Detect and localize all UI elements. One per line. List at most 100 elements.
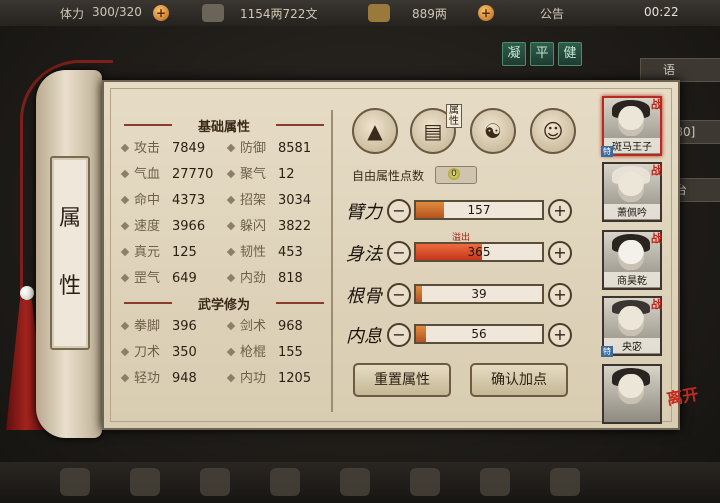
basic-attributes-title: 基础属性 [197,120,250,135]
strength-minus-button[interactable]: − [387,199,411,223]
menu-icon-8[interactable] [550,468,580,496]
menu-icon-2[interactable] [130,468,160,496]
stat-accuracy: 命中 4373 [120,192,205,210]
diamond-icon [226,373,236,382]
stat-qi-gather: 聚气 12 [226,166,295,184]
stat-sword: 剑术 968 [226,318,303,336]
stat-inner-force: 内劲 818 [226,270,303,288]
party-member-1[interactable]: 战 斑马王子 特 [601,96,662,157]
constitution-bar: 39 [414,284,544,304]
header-ornament-right [276,302,324,304]
scroll-title-char-2: 性 [58,274,81,299]
stat-defense: 防御 8581 [226,140,311,158]
diamond-icon [120,169,130,178]
diamond-icon [226,247,236,256]
mode-button-ping[interactable]: 平 [530,42,554,66]
attr-label-breath: 内息 [346,326,382,347]
agility-bar: 365 [414,242,544,262]
free-points-box: 0 [435,166,477,184]
portrait-face [618,172,644,202]
confirm-points-button[interactable]: 确认加点 [470,363,568,397]
party-member-name: 商昊乾 [604,272,660,287]
party-member-4[interactable]: 战 央宓 特 [601,296,662,357]
breath-plus-button[interactable]: + [548,323,572,347]
diamond-icon [120,347,130,356]
stat-tenacity: 韧性 453 [226,244,303,262]
menu-icon-6[interactable] [410,468,440,496]
silver-value: 889两 [412,7,447,21]
diamond-icon [120,195,130,204]
attr-label-agility: 身法 [346,244,382,265]
agility-minus-button[interactable]: − [387,241,411,265]
portrait-face [618,306,644,336]
top-status-bar: 体力 300/320 + 1154两722文 889两 + 公告 00:22 [0,0,720,27]
stat-gangqi: 罡气 649 [120,270,197,288]
diamond-icon [226,169,236,178]
bagua-icon[interactable]: ☯ [470,108,516,154]
agility-value: 365 [467,245,491,259]
stat-parry: 招架 3034 [226,192,311,210]
stat-dodge: 躲闪 3822 [226,218,311,236]
constitution-minus-button[interactable]: − [387,283,411,307]
menu-icon-1[interactable] [60,468,90,496]
mode-button-ning[interactable]: 凝 [502,42,526,66]
announcement-button[interactable]: 公告 [540,5,564,22]
coin-icon: 0 [448,168,460,180]
add-stamina-icon[interactable]: + [153,5,169,21]
header-ornament-right [276,124,324,126]
menu-icon-7[interactable] [480,468,510,496]
stat-spear: 枪棍 155 [226,344,303,362]
scroll-title-plate: 属 性 [50,156,90,350]
strength-bar: 157 [414,200,544,220]
reset-attributes-button[interactable]: 重置属性 [353,363,451,397]
diamond-icon [120,373,130,382]
portrait-mask [618,240,644,270]
battle-mark-icon: 战 [651,98,662,111]
stat-blade: 刀术 350 [120,344,197,362]
constitution-plus-button[interactable]: + [548,283,572,307]
diamond-icon [120,247,130,256]
jade-bead-icon [20,286,34,300]
silver-ingot-icon [368,4,390,22]
header-ornament-left [124,124,172,126]
menu-icon-5[interactable] [340,468,370,496]
breath-value: 56 [471,327,487,341]
panel-divider [331,110,333,412]
header-ornament-left [124,302,172,304]
party-member-5[interactable] [602,364,662,424]
martial-attributes-title: 武学修为 [197,298,250,313]
agility-plus-button[interactable]: + [548,241,572,265]
stamina-label: 体力 [60,7,85,21]
menu-icon-4[interactable] [270,468,300,496]
stat-fist: 拳脚 396 [120,318,197,336]
diamond-icon [226,195,236,204]
figure-icon[interactable]: ☺ [530,108,576,154]
martial-attributes-header: 武学修为 [120,294,328,313]
party-member-name: 萧佩吟 [604,204,660,219]
leave-button[interactable]: 离开 [661,384,706,425]
constitution-value: 39 [471,287,487,301]
attr-label-constitution: 根骨 [346,286,382,307]
breath-bar: 56 [414,324,544,344]
stat-true-essence: 真元 125 [120,244,197,262]
battle-mark-icon: 战 [651,232,662,245]
add-silver-icon[interactable]: + [478,5,494,21]
portrait-face [618,374,644,404]
mode-button-jian[interactable]: 健 [558,42,582,66]
attr-label-strength: 臂力 [346,202,382,223]
hat-icon[interactable]: ▲ [352,108,398,154]
party-member-2[interactable]: 战 萧佩吟 [602,162,662,222]
menu-icon-3[interactable] [200,468,230,496]
special-badge: 特 [601,146,613,157]
party-member-3[interactable]: 战 商昊乾 [602,230,662,290]
breath-minus-button[interactable]: − [387,323,411,347]
stamina-value: 300/320 [92,5,142,19]
money-value: 1154两722文 [240,7,318,21]
portrait-face [618,106,644,136]
stat-speed: 速度 3966 [120,218,205,236]
stat-internal-art: 内功 1205 [226,370,311,388]
strength-value: 157 [467,203,491,217]
strength-plus-button[interactable]: + [548,199,572,223]
diamond-icon [226,143,236,152]
right-tab-1[interactable]: 语 [640,58,720,82]
